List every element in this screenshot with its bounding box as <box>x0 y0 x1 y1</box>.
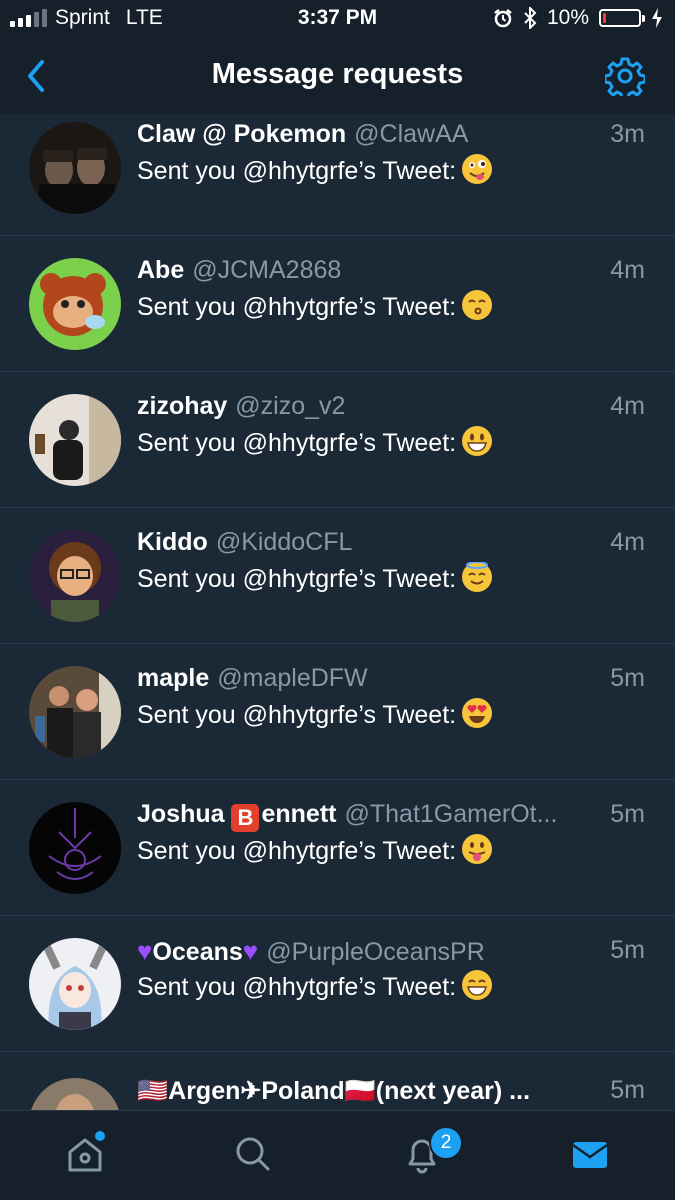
purple-heart-emoji-icon: ♥ <box>137 936 153 966</box>
display-name: maple <box>137 664 210 692</box>
user-handle: @mapleDFW <box>217 664 368 692</box>
battery-icon <box>599 9 645 27</box>
kissing-face-emoji-icon <box>462 290 493 320</box>
avatar <box>29 666 121 758</box>
timestamp: 4m <box>610 392 645 420</box>
request-row[interactable]: Claw @ Pokemon @ClawAA 3m Sent you @hhytg… <box>0 114 675 236</box>
request-row[interactable]: zizohay @zizo_v2 4m Sent you @hhytgrfe’s … <box>0 372 675 508</box>
search-icon <box>236 1137 270 1171</box>
display-name-part: Joshua <box>137 800 232 828</box>
user-handle: @JCMA2868 <box>192 256 342 284</box>
tab-home[interactable] <box>55 1129 115 1189</box>
timestamp: 5m <box>610 800 645 828</box>
new-content-dot <box>95 1131 105 1141</box>
message-preview: Sent you @hhytgrfe’s Tweet: <box>137 429 457 457</box>
display-name-suffix: (next year) ... <box>375 1077 531 1105</box>
message-preview: Sent you @hhytgrfe’s Tweet: <box>137 973 457 1001</box>
request-row[interactable]: maple @mapleDFW 5m Sent you @hhytgrfe’s T… <box>0 644 675 780</box>
display-name: Abe <box>137 256 185 284</box>
zany-face-emoji-icon <box>462 154 493 184</box>
request-row[interactable]: Abe @JCMA2868 4m Sent you @hhytgrfe’s Twe… <box>0 236 675 372</box>
user-handle: @PurpleOceansPR <box>266 938 485 966</box>
timestamp: 4m <box>610 528 645 556</box>
avatar <box>29 394 121 486</box>
tab-notifications[interactable]: 2 <box>392 1126 463 1189</box>
timestamp: 5m <box>610 1076 645 1104</box>
user-handle: @zizo_v2 <box>235 392 346 420</box>
avatar <box>29 938 121 1030</box>
grinning-smile-face-emoji-icon <box>462 970 493 1000</box>
message-preview: Sent you @hhytgrfe’s Tweet: <box>137 565 457 593</box>
nav-header: Message requests <box>0 38 675 114</box>
display-name: Kiddo <box>137 528 208 556</box>
us-flag-emoji-icon: 🇺🇸 <box>137 1077 169 1105</box>
timestamp: 5m <box>610 936 645 964</box>
avatar <box>29 122 121 214</box>
avatar <box>29 258 121 350</box>
display-name: zizohay <box>137 392 228 420</box>
poland-flag-emoji-icon: 🇵🇱 <box>344 1077 376 1105</box>
tab-messages[interactable] <box>560 1129 620 1189</box>
bluetooth-icon <box>524 7 537 29</box>
heart-eyes-face-emoji-icon <box>462 698 493 728</box>
message-preview: Sent you @hhytgrfe’s Tweet: <box>137 293 457 321</box>
display-name-part: ennett <box>261 800 337 828</box>
timestamp: 5m <box>610 664 645 692</box>
battery-percent: 10% <box>546 6 589 29</box>
request-row[interactable]: Joshua Bennett @That1GamerOt... 5m Sent y… <box>0 780 675 916</box>
tongue-face-emoji-icon <box>462 834 493 864</box>
message-preview: Sent you @hhytgrfe’s Tweet: <box>137 837 457 865</box>
display-name: Claw @ Pokemon <box>137 120 347 148</box>
tab-search[interactable] <box>223 1129 283 1189</box>
display-name: Argen✈Poland <box>168 1077 345 1105</box>
user-handle: @KiddoCFL <box>215 528 353 556</box>
avatar <box>29 802 121 894</box>
request-row[interactable]: 🇺🇸Argen✈Poland🇵🇱(next year) ... 5m <box>0 1052 675 1110</box>
message-requests-list[interactable]: Claw @ Pokemon @ClawAA 3m Sent you @hhytg… <box>0 114 675 1110</box>
b-button-emoji-icon: B <box>231 804 260 832</box>
purple-heart-emoji-icon: ♥ <box>242 936 259 966</box>
charging-icon <box>652 8 662 28</box>
message-preview: Sent you @hhytgrfe’s Tweet: <box>137 157 457 185</box>
display-name: Oceans <box>152 938 243 966</box>
notification-count-badge: 2 <box>429 1126 463 1160</box>
tab-bar: 2 <box>0 1110 675 1200</box>
avatar <box>29 1078 121 1110</box>
grinning-face-emoji-icon <box>462 426 493 456</box>
avatar <box>29 530 121 622</box>
timestamp: 4m <box>610 256 645 284</box>
halo-face-emoji-icon <box>462 561 493 592</box>
request-row[interactable]: ♥Oceans♥ @PurpleOceansPR 5m Sent you @hhy… <box>0 916 675 1052</box>
request-row[interactable]: Kiddo @KiddoCFL 4m Sent you @hhytgrfe’s T… <box>0 508 675 644</box>
message-preview: Sent you @hhytgrfe’s Tweet: <box>137 701 457 729</box>
alarm-icon <box>494 9 512 28</box>
user-handle: @That1GamerOt... <box>344 800 558 828</box>
user-handle: @ClawAA <box>354 120 469 148</box>
mail-icon <box>572 1142 608 1168</box>
timestamp: 3m <box>610 120 645 148</box>
page-title: Message requests <box>211 58 464 90</box>
status-bar: Sprint LTE 3:37 PM 10% <box>0 0 675 38</box>
gear-icon[interactable] <box>605 56 645 96</box>
